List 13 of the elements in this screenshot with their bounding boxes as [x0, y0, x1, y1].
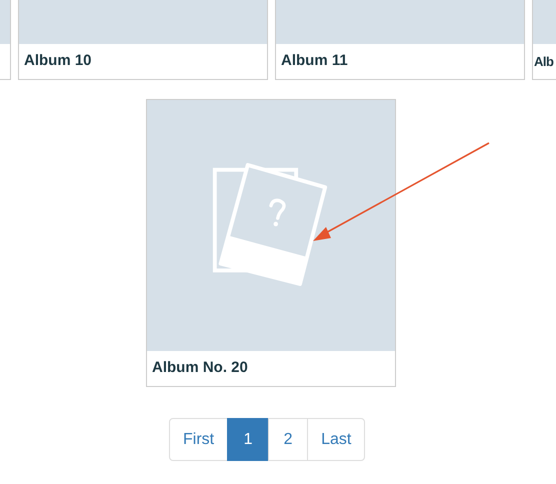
album-card[interactable]: Alb: [532, 0, 556, 80]
album-title: Album 11: [281, 51, 348, 72]
album-card[interactable]: [0, 0, 11, 80]
album-title: Alb: [534, 52, 554, 71]
page-button[interactable]: First: [169, 418, 228, 461]
album-title: Album 10: [24, 51, 92, 72]
page-button[interactable]: 2: [268, 418, 308, 461]
album-card[interactable]: Album 10: [18, 0, 268, 80]
album-card[interactable]: Album 11: [275, 0, 525, 80]
page-button[interactable]: 1: [227, 418, 270, 461]
album-card[interactable]: Album No. 20: [146, 99, 396, 387]
album-title: Album No. 20: [152, 358, 248, 378]
page-button[interactable]: Last: [307, 418, 366, 461]
